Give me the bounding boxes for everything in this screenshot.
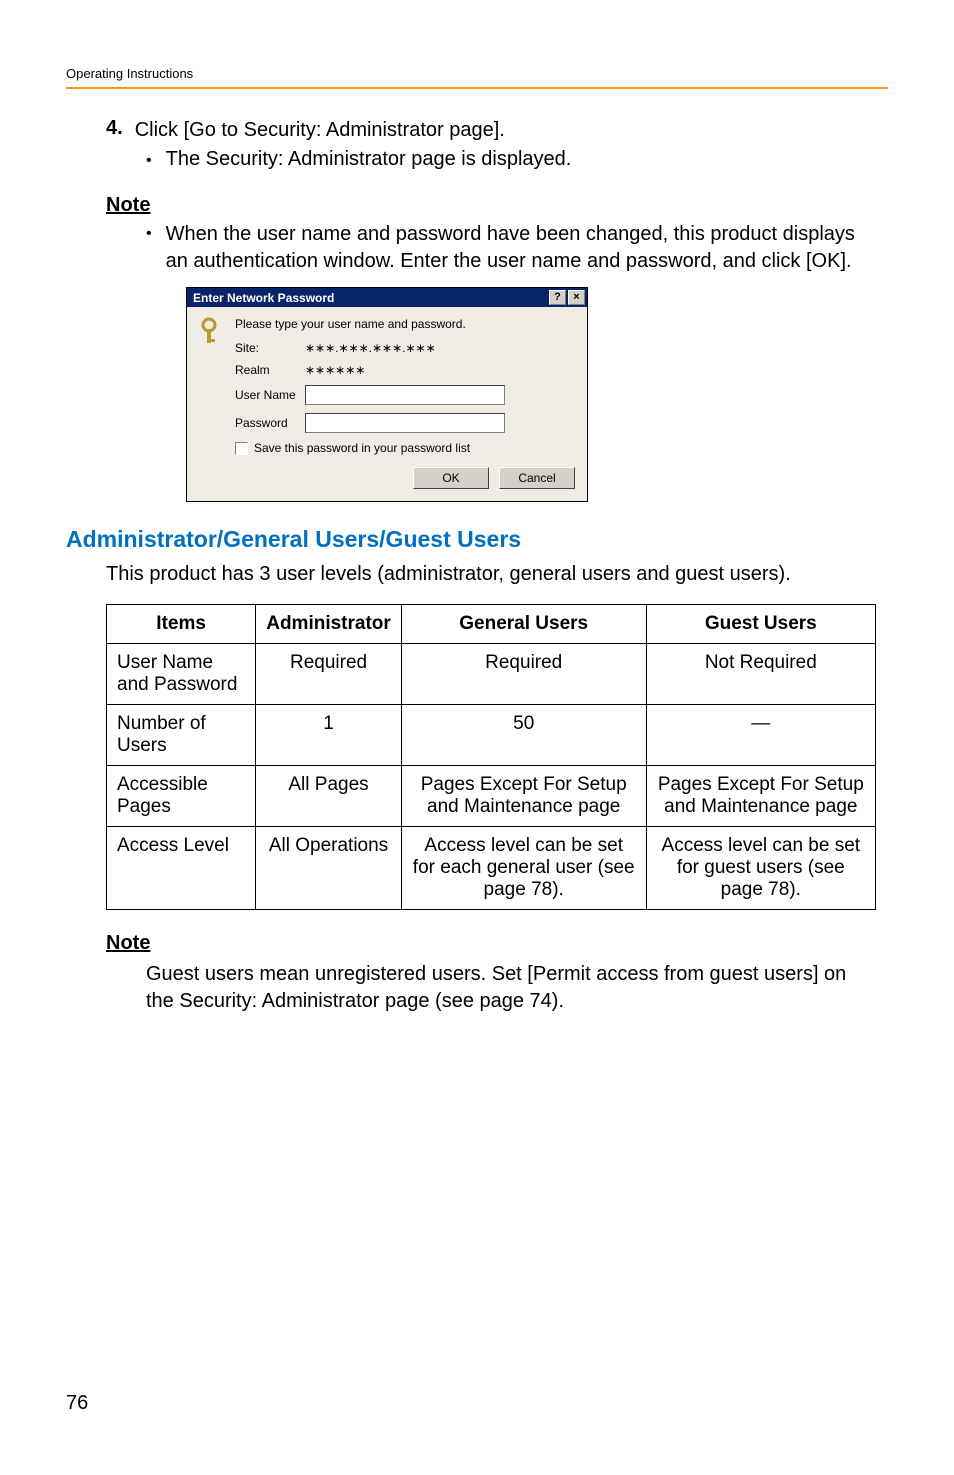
cell: Required (256, 644, 402, 705)
username-label: User Name (235, 388, 305, 402)
cell: 1 (256, 705, 402, 766)
step-number: 4. (106, 117, 123, 140)
bullet-dot: • (146, 221, 152, 275)
note2-text: Guest users mean unregistered users. Set… (146, 961, 858, 1015)
dialog-instruction: Please type your user name and password. (235, 317, 575, 331)
col-general: General Users (401, 605, 646, 644)
username-input[interactable] (305, 385, 505, 405)
table-header-row: Items Administrator General Users Guest … (107, 605, 876, 644)
save-password-label: Save this password in your password list (254, 441, 470, 455)
cell: Number of Users (107, 705, 256, 766)
running-header: Operating Instructions (0, 0, 954, 87)
cell: — (646, 705, 875, 766)
table-row: User Name and Password Required Required… (107, 644, 876, 705)
cell: Access level can be set for each general… (401, 827, 646, 910)
step-sub-text: The Security: Administrator page is disp… (166, 148, 572, 171)
cell: User Name and Password (107, 644, 256, 705)
cell: Pages Except For Setup and Maintenance p… (401, 766, 646, 827)
cell: Accessible Pages (107, 766, 256, 827)
cell: Not Required (646, 644, 875, 705)
dialog-titlebar: Enter Network Password ? × (187, 288, 587, 307)
cell: Pages Except For Setup and Maintenance p… (646, 766, 875, 827)
key-icon (199, 317, 225, 455)
user-levels-table: Items Administrator General Users Guest … (106, 604, 876, 910)
auth-dialog: Enter Network Password ? × (186, 287, 588, 502)
password-label: Password (235, 416, 305, 430)
step-4: 4. Click [Go to Security: Administrator … (106, 117, 888, 142)
cell: All Operations (256, 827, 402, 910)
col-items: Items (107, 605, 256, 644)
site-value: ∗∗∗.∗∗∗.∗∗∗.∗∗∗ (305, 341, 575, 355)
dialog-title: Enter Network Password (193, 291, 334, 305)
col-guest: Guest Users (646, 605, 875, 644)
page-number: 76 (66, 1392, 88, 1415)
cancel-button[interactable]: Cancel (499, 467, 575, 489)
cell: Required (401, 644, 646, 705)
realm-label: Realm (235, 363, 305, 377)
note-text: When the user name and password have bee… (166, 221, 858, 275)
cell: Access level can be set for guest users … (646, 827, 875, 910)
realm-value: ∗∗∗∗∗∗ (305, 363, 575, 377)
save-password-checkbox[interactable] (235, 442, 248, 455)
step-text: Click [Go to Security: Administrator pag… (135, 117, 505, 142)
section-intro: This product has 3 user levels (administ… (106, 563, 888, 586)
site-label: Site: (235, 341, 305, 355)
note2-heading: Note (106, 932, 888, 955)
dialog-help-button[interactable]: ? (549, 290, 566, 305)
note-bullet: • When the user name and password have b… (146, 221, 888, 275)
dialog-close-button[interactable]: × (568, 290, 585, 305)
table-row: Accessible Pages All Pages Pages Except … (107, 766, 876, 827)
password-input[interactable] (305, 413, 505, 433)
cell: All Pages (256, 766, 402, 827)
note-heading: Note (106, 194, 888, 217)
bullet-dot: • (146, 148, 152, 174)
col-admin: Administrator (256, 605, 402, 644)
cell: Access Level (107, 827, 256, 910)
table-row: Number of Users 1 50 — (107, 705, 876, 766)
ok-button[interactable]: OK (413, 467, 489, 489)
step-sub-bullet: • The Security: Administrator page is di… (146, 148, 888, 174)
table-row: Access Level All Operations Access level… (107, 827, 876, 910)
cell: 50 (401, 705, 646, 766)
section-heading: Administrator/General Users/Guest Users (66, 526, 888, 553)
